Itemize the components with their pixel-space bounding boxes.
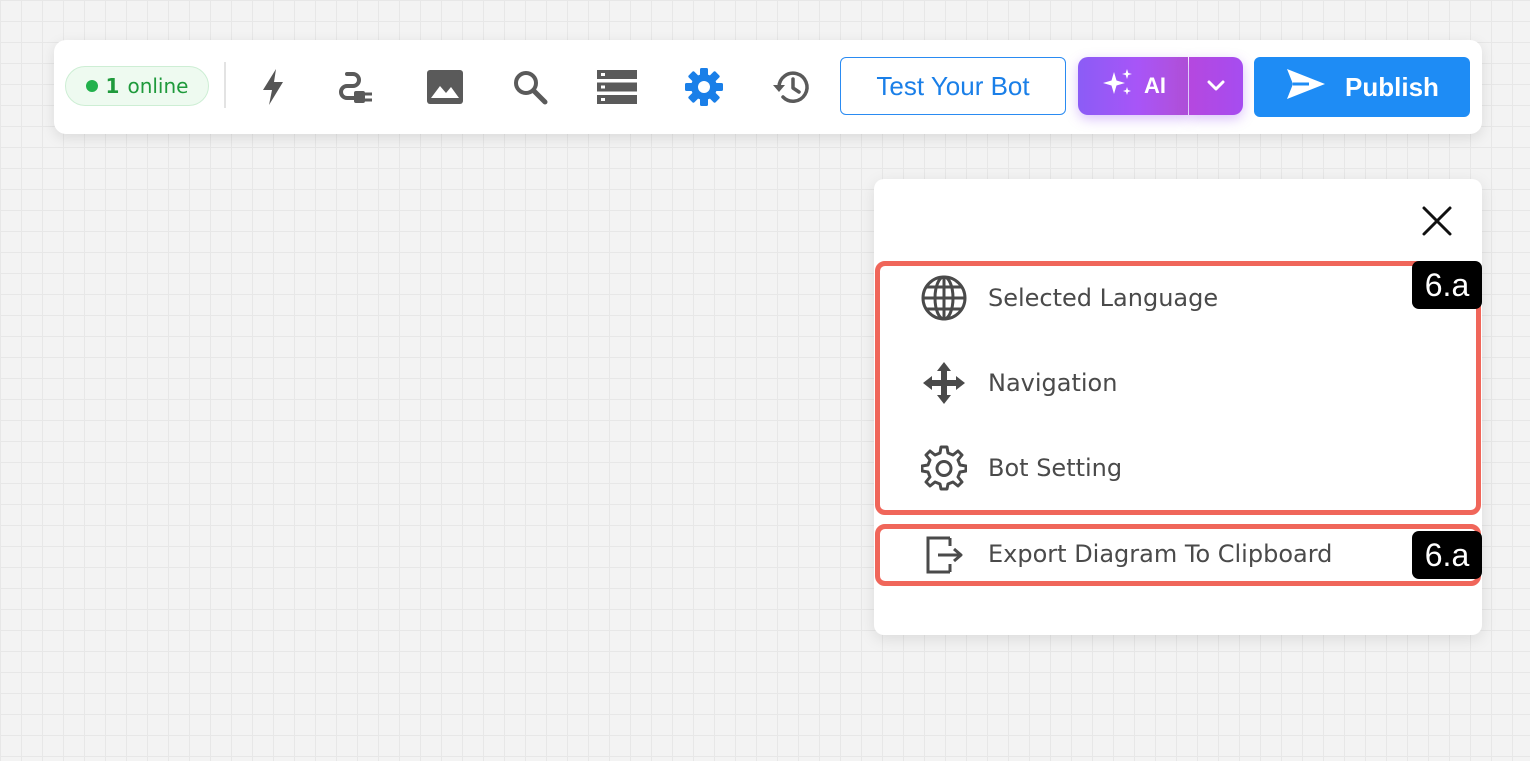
history-icon[interactable] [768,64,814,110]
gear-icon[interactable] [681,64,727,110]
list-icon[interactable] [594,64,640,110]
image-icon[interactable] [422,64,468,110]
sparkles-icon [1100,68,1134,104]
online-label: online [127,74,189,98]
plug-icon[interactable] [334,64,380,110]
close-icon [1421,205,1453,241]
highlight-box-menu-group [875,261,1481,515]
bolt-icon[interactable] [250,64,296,110]
send-icon [1285,67,1327,108]
close-button[interactable] [1417,203,1457,243]
step-badge: 6.a [1412,531,1482,579]
online-dot-icon [85,80,98,92]
chevron-down-icon [1207,77,1225,96]
search-icon[interactable] [507,64,553,110]
online-status-badge: 1 online [65,66,209,106]
online-count: 1 [105,74,120,98]
ai-label: AI [1144,73,1166,98]
test-your-bot-button[interactable]: Test Your Bot [840,57,1066,115]
highlight-box-export [875,524,1481,586]
publish-button[interactable]: Publish [1254,57,1470,117]
toolbar-divider [224,62,226,108]
step-badge: 6.a [1412,261,1482,309]
ai-button[interactable]: AI [1078,57,1188,115]
top-toolbar: 1 online Test Your Bot AI Publish [54,40,1482,134]
publish-label: Publish [1345,71,1439,102]
ai-dropdown-button[interactable] [1189,57,1243,115]
